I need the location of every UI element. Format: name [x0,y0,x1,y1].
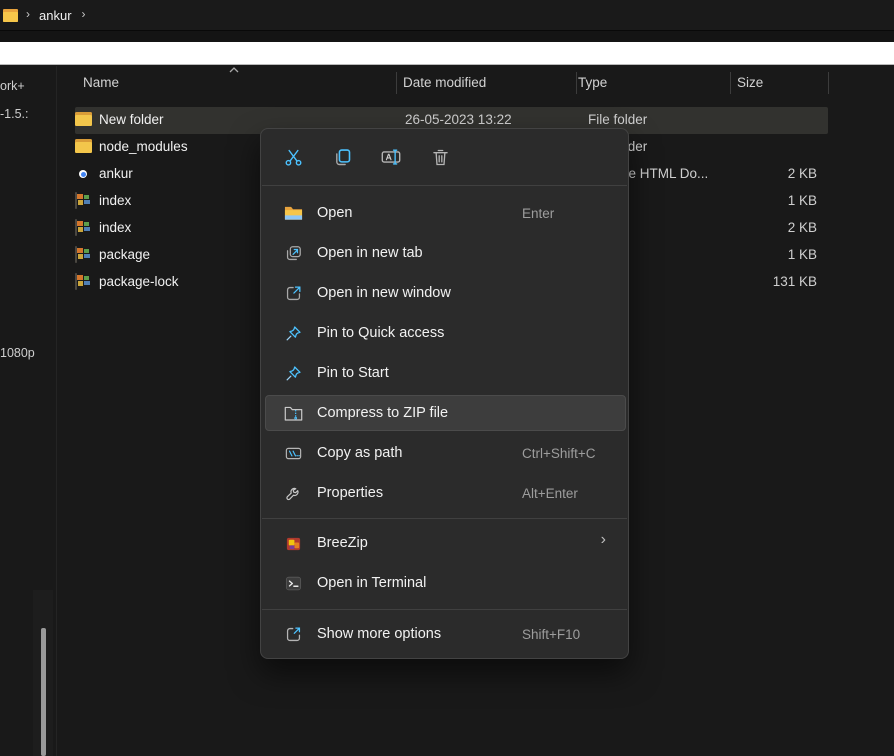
file-name: ankur [99,166,133,181]
menu-item-open-in-terminal[interactable]: Open in Terminal [265,565,626,601]
column-header-size[interactable]: Size [737,75,763,90]
terminal-icon [284,574,303,593]
sidebar-text-fragment: ork+ [0,79,25,93]
file-name: index [99,193,131,208]
file-name: node_modules [99,139,188,154]
media-file-icon [75,193,92,209]
scrollbar-thumb[interactable] [41,628,46,756]
column-header-type[interactable]: Type [578,75,607,90]
folder-icon [75,139,92,155]
menu-shortcut: Shift+F10 [522,627,580,642]
menu-item-label: Copy as path [317,445,402,461]
menu-item-label: Pin to Quick access [317,325,444,341]
menu-shortcut: Ctrl+Shift+C [522,446,596,461]
menu-item-show-more-options[interactable]: Show more options Shift+F10 [265,616,626,652]
menu-item-breezip[interactable]: BreeZip › [265,525,626,561]
media-file-icon [75,247,92,263]
media-file-icon [75,220,92,236]
menu-item-label: Open [317,205,352,221]
file-name: New folder [99,112,164,127]
sidebar-text-fragment: 1080p [0,346,35,360]
pin-icon [284,324,303,343]
toolbar-strip [0,30,894,42]
file-size: 1 KB [697,247,817,262]
file-size: 1 KB [697,193,817,208]
column-divider[interactable] [828,72,829,94]
file-size: 2 KB [697,166,817,181]
context-menu: Open Enter Open in new tab Open in new w… [260,128,629,659]
menu-separator [262,609,627,610]
menu-item-label: Open in new tab [317,245,423,261]
menu-item-copy-as-path[interactable]: Copy as path Ctrl+Shift+C [265,435,626,471]
chevron-right-icon: › [82,7,86,21]
menu-item-open-in-new-window[interactable]: Open in new window [265,275,626,311]
chevron-right-icon: › [26,7,30,21]
chrome-icon [75,166,92,182]
open-new-tab-icon [284,244,303,263]
rename-icon[interactable] [379,145,403,169]
cut-icon[interactable] [281,145,305,169]
menu-item-properties[interactable]: Properties Alt+Enter [265,475,626,511]
column-divider[interactable] [730,72,731,94]
show-more-options-icon [284,625,303,644]
file-name: index [99,220,131,235]
wrench-icon [284,484,303,503]
menu-separator [262,185,627,186]
menu-item-pin-to-quick-access[interactable]: Pin to Quick access [265,315,626,351]
column-header-row: Name Date modified Type Size [57,66,894,102]
breezip-icon [284,534,303,553]
file-date: 26-05-2023 13:22 [405,112,512,127]
menu-item-label: Compress to ZIP file [317,405,448,421]
menu-item-open-in-new-tab[interactable]: Open in new tab [265,235,626,271]
file-name: package-lock [99,274,179,289]
menu-shortcut: Alt+Enter [522,486,578,501]
folder-icon [3,9,18,22]
navigation-pane: ork+ -1.5.: 1080p [0,66,57,756]
submenu-chevron-icon: › [601,531,606,549]
open-new-window-icon [284,284,303,303]
pin-icon [284,364,303,383]
menu-item-label: BreeZip [317,535,368,551]
column-header-date-modified[interactable]: Date modified [403,75,486,90]
menu-item-label: Show more options [317,626,441,642]
file-name: package [99,247,150,262]
file-explorer-window: › ankur › ork+ -1.5.: 1080p Name Date mo… [0,0,894,756]
menu-item-label: Pin to Start [317,365,389,381]
folder-icon [75,112,92,128]
sidebar-text-fragment: -1.5.: [0,107,29,121]
open-folder-icon [284,204,303,223]
file-size: 131 KB [697,274,817,289]
delete-icon[interactable] [428,145,452,169]
address-bar: › ankur › [0,0,894,30]
column-divider[interactable] [576,72,577,94]
media-file-icon [75,274,92,290]
copy-path-icon [284,444,303,463]
context-menu-toolbar [261,129,628,185]
menu-item-open[interactable]: Open Enter [265,195,626,231]
menu-separator [262,518,627,519]
zip-folder-icon [284,404,303,423]
column-divider[interactable] [396,72,397,94]
menu-item-compress-to-zip[interactable]: Compress to ZIP file [265,395,626,431]
file-size: 2 KB [697,220,817,235]
menu-item-label: Properties [317,485,383,501]
menu-item-label: Open in new window [317,285,451,301]
menu-shortcut: Enter [522,206,554,221]
column-header-name[interactable]: Name [83,75,119,90]
copy-icon[interactable] [330,145,354,169]
menu-item-pin-to-start[interactable]: Pin to Start [265,355,626,391]
white-band [0,42,894,65]
sort-ascending-icon [228,66,240,74]
breadcrumb-item-ankur[interactable]: ankur [39,8,72,23]
file-type: File folder [588,112,647,127]
menu-item-label: Open in Terminal [317,575,426,591]
